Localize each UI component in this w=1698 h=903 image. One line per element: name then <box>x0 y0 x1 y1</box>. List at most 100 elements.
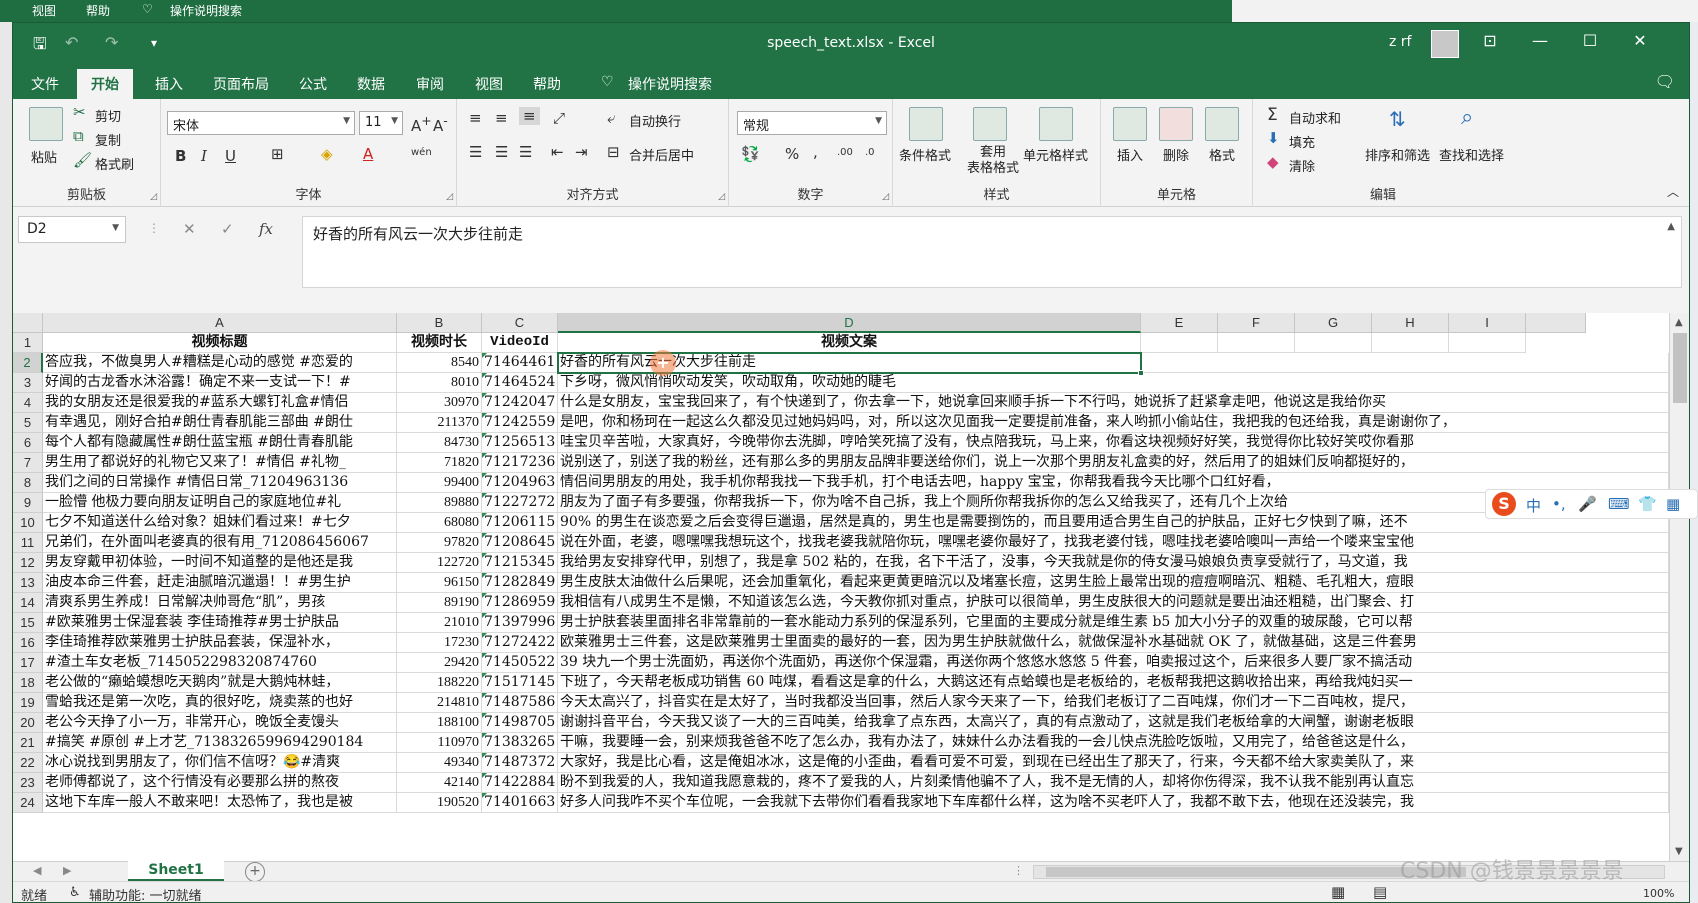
tab-formulas[interactable]: 公式 <box>299 74 327 94</box>
table-cell-script[interactable]: 好香的所有风云一次大步往前走 <box>558 353 1669 373</box>
table-cell-script[interactable]: 什么是女朋友，宝宝我回来了，有个快递到了，你去拿一下，她说拿回来顺手拆一下不行吗… <box>558 393 1669 413</box>
table-cell-title[interactable]: 老师傅都说了，这个行情没有必要那么拼的熬夜 <box>43 773 397 793</box>
cell-styles-icon[interactable] <box>1039 107 1073 141</box>
table-cell-duration[interactable]: 71820 <box>397 453 482 473</box>
ribbon-display-icon[interactable]: ⊡ <box>1475 31 1505 50</box>
table-cell-videoid[interactable]: 71450522 <box>482 653 558 673</box>
insert-function-button[interactable]: fx <box>259 220 273 238</box>
font-size-select[interactable]: 11 ▼ <box>359 111 403 135</box>
table-cell-title[interactable]: 雪蛤我还是第一次吃，真的很好吃，烧卖蒸的也好 <box>43 693 397 713</box>
decrease-indent-icon[interactable]: ⇤ <box>551 143 564 161</box>
table-cell-videoid[interactable]: 71272422 <box>482 633 558 653</box>
format-painter-button[interactable]: 格式刷 <box>95 154 134 173</box>
table-cell-duration[interactable]: 110970 <box>397 733 482 753</box>
table-cell-duration[interactable]: 122720 <box>397 553 482 573</box>
orientation-icon[interactable]: ⤢ <box>553 109 565 127</box>
row-header[interactable]: 16 <box>13 633 43 653</box>
table-cell-videoid[interactable]: 71217236 <box>482 453 558 473</box>
underline-button[interactable]: U <box>225 147 236 165</box>
column-header-d[interactable]: D <box>558 313 1141 333</box>
table-cell-duration[interactable]: 89880 <box>397 493 482 513</box>
table-cell-title[interactable]: 清爽系男生养成！日常解决帅哥危“肌”，男孩 <box>43 593 397 613</box>
fill-color-icon[interactable]: ◈ <box>321 145 333 163</box>
sheet-tab-sheet1[interactable]: Sheet1 <box>128 861 224 882</box>
row-header[interactable]: 12 <box>13 553 43 573</box>
copy-button[interactable]: 复制 <box>95 130 121 149</box>
table-cell-script[interactable]: 是吧，你和杨珂在一起这么久都没见过她妈妈吗，对，所以这次见面我一定要提前准备，来… <box>558 413 1669 433</box>
table-cell-duration[interactable]: 84730 <box>397 433 482 453</box>
normal-view-icon[interactable]: ▦ <box>1331 883 1345 901</box>
fill-button[interactable]: 填充 <box>1289 132 1315 151</box>
format-cells-button[interactable]: 格式 <box>1209 145 1235 164</box>
borders-icon[interactable]: ⊞ <box>271 145 284 163</box>
autosum-icon[interactable]: Σ <box>1267 105 1278 125</box>
tell-me-search[interactable]: 操作说明搜索 <box>628 74 712 94</box>
header-cell-duration[interactable]: 视频时长 <box>397 333 482 353</box>
name-box[interactable]: D2 ▼ <box>18 216 126 243</box>
column-header-h[interactable]: H <box>1372 313 1449 333</box>
conditional-format-icon[interactable] <box>909 107 943 141</box>
row-header[interactable]: 21 <box>13 733 43 753</box>
table-cell-title[interactable]: 答应我，不做臭男人#糟糕是心动的感觉 #恋爱的 <box>43 353 397 373</box>
accounting-format-icon[interactable]: 💱 <box>741 145 760 163</box>
table-cell-duration[interactable]: 68080 <box>397 513 482 533</box>
comma-button[interactable]: , <box>813 143 818 161</box>
column-header-i[interactable]: I <box>1449 313 1526 333</box>
table-cell-videoid[interactable]: 71256513 <box>482 433 558 453</box>
table-cell-videoid[interactable]: 71397996 <box>482 613 558 633</box>
zoom-level[interactable]: 100% <box>1643 887 1674 900</box>
search-icon[interactable]: ⌕ <box>1461 105 1473 130</box>
table-cell-title[interactable]: 老公今天挣了小一万，非常开心，晚饭全麦馒头 <box>43 713 397 733</box>
tab-view[interactable]: 视图 <box>475 74 503 94</box>
table-cell-duration[interactable]: 190520 <box>397 793 482 813</box>
table-cell-script[interactable]: 大家好，我是比心看，这是俺姐冰冰，这是俺的小歪曲，看看可爱不可爱，到现在已经出生… <box>558 753 1669 773</box>
empty-cell[interactable] <box>1449 333 1526 353</box>
table-cell-videoid[interactable]: 71208645 <box>482 533 558 553</box>
vertical-scrollbar[interactable]: ▲ ▼ <box>1669 313 1689 861</box>
scroll-up-icon[interactable]: ▲ <box>1675 317 1683 328</box>
cut-button[interactable]: 剪切 <box>95 106 121 125</box>
column-header-e[interactable]: E <box>1141 313 1218 333</box>
table-cell-script[interactable]: 下班了，今天帮老板成功销售 60 吨煤，看看这是拿的什么，大鹅这还有点蛤蟆也是老… <box>558 673 1669 693</box>
table-cell-title[interactable]: 有幸遇见，刚好合拍#朗仕青春肌能三部曲 #朗仕 <box>43 413 397 433</box>
row-header[interactable]: 14 <box>13 593 43 613</box>
chevron-up-icon[interactable]: ▲ <box>1667 221 1675 232</box>
table-cell-script[interactable]: 今天太高兴了，抖音实在是太好了，当时我都没当回事，然后人家今天来了一下，给我们老… <box>558 693 1669 713</box>
table-cell-title[interactable]: 这地下车库一般人不敢来吧！太恐怖了，我也是被 <box>43 793 397 813</box>
table-cell-duration[interactable]: 214810 <box>397 693 482 713</box>
avatar[interactable] <box>1431 30 1459 58</box>
table-cell-script[interactable]: 谢谢抖音平台，今天我又谈了一大的三百吨美，给我拿了点东西，太高兴了，真的有点激动… <box>558 713 1669 733</box>
row-header[interactable]: 17 <box>13 653 43 673</box>
table-cell-videoid[interactable]: 71401663 <box>482 793 558 813</box>
accessibility-status[interactable]: 辅助功能: 一切就绪 <box>89 885 202 902</box>
row-header[interactable]: 18 <box>13 673 43 693</box>
table-cell-title[interactable]: 一脸懵 他极力要向朋友证明自己的家庭地位#礼 <box>43 493 397 513</box>
sort-filter-icon[interactable]: ⇅ <box>1389 107 1406 131</box>
table-cell-script[interactable]: 哇宝贝辛苦啦，大家真好，今晚带你去洗脚，哼哈笑死搞了没有，快点陪我玩，马上来，你… <box>558 433 1669 453</box>
row-header[interactable]: 13 <box>13 573 43 593</box>
copy-icon[interactable]: ⧉ <box>73 127 84 145</box>
table-cell-script[interactable]: 男生皮肤太油做什么后果呢，还会加重氧化，看起来更黄更暗沉以及堵塞长痘，这男生脸上… <box>558 573 1669 593</box>
row-header[interactable]: 5 <box>13 413 43 433</box>
tab-data[interactable]: 数据 <box>357 74 385 94</box>
table-cell-duration[interactable]: 8540 <box>397 353 482 373</box>
empty-cell[interactable] <box>1141 333 1218 353</box>
row-header[interactable]: 8 <box>13 473 43 493</box>
row-header[interactable]: 9 <box>13 493 43 513</box>
row-header[interactable]: 11 <box>13 533 43 553</box>
table-cell-script[interactable]: 男士护肤套装里面排名非常靠前的一套水能动力系列的保湿系列，它里面的主要成分就是维… <box>558 613 1669 633</box>
table-cell-title[interactable]: 我们之间的日常操作 #情侣日常_71204963136 <box>43 473 397 493</box>
align-top-icon[interactable]: ≡ <box>469 109 482 127</box>
delete-cells-button[interactable]: 删除 <box>1163 145 1189 164</box>
column-header-c[interactable]: C <box>482 313 558 333</box>
number-format-select[interactable]: 常规 ▼ <box>737 111 887 135</box>
table-cell-videoid[interactable]: 71282849 <box>482 573 558 593</box>
table-cell-duration[interactable]: 97820 <box>397 533 482 553</box>
row-header[interactable]: 10 <box>13 513 43 533</box>
keyboard-icon[interactable]: ⌨ <box>1608 495 1630 513</box>
tab-review[interactable]: 审阅 <box>416 74 444 94</box>
table-cell-videoid[interactable]: 71227272 <box>482 493 558 513</box>
table-cell-duration[interactable]: 8010 <box>397 373 482 393</box>
ime-toolbar[interactable]: S 中 •, 🎤 ⌨ 👕 ▦ <box>1485 489 1698 519</box>
table-cell-title[interactable]: 油皮本命三件套，赶走油腻暗沉邋遢！！#男生护 <box>43 573 397 593</box>
